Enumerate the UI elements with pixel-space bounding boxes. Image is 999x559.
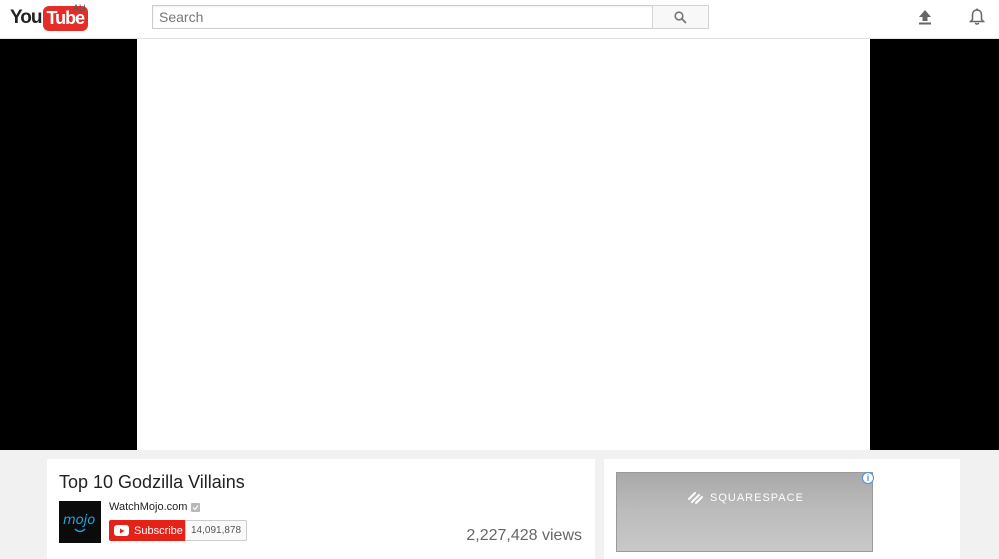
channel-name-row: WatchMojo.com [109,501,201,513]
svg-text:mojo: mojo [63,513,95,528]
channel-name-link[interactable]: WatchMojo.com [109,501,187,513]
upload-icon [919,10,931,25]
subscriber-count: 14,091,878 [185,520,248,541]
ad-brand: SQUARESPACE [687,491,804,505]
watch-info-panel: Top 10 Godzilla Villains mojo WatchMojo.… [47,459,595,559]
player-container [0,39,999,450]
subscribe-label: Subscribe [134,524,183,537]
video-player[interactable] [137,39,870,450]
search-button[interactable] [652,5,709,29]
search-box [152,5,653,29]
ad-panel: SQUARESPACE i [604,459,960,559]
video-title: Top 10 Godzilla Villains [59,472,245,492]
view-count: 2,227,428 views [466,527,582,544]
youtube-play-icon [114,525,129,536]
search-input[interactable] [153,6,653,28]
subscribe-button[interactable]: Subscribe [109,520,190,541]
ad-brand-text: SQUARESPACE [710,492,804,504]
channel-avatar[interactable]: mojo [59,501,101,543]
search-icon [674,10,687,24]
logo-you-text: You [10,7,43,28]
mojo-logo-icon: mojo [63,513,95,533]
ad-banner[interactable]: SQUARESPACE [616,472,873,552]
bell-icon [969,8,985,25]
squarespace-logo-icon [688,492,703,504]
upload-button[interactable] [914,6,936,28]
notifications-button[interactable] [966,6,988,28]
verified-icon [191,502,201,512]
region-label: AU [73,3,86,13]
ad-info-icon[interactable]: i [862,472,874,484]
youtube-logo[interactable]: You Tube AU [10,3,89,31]
masthead: You Tube AU [0,0,999,39]
